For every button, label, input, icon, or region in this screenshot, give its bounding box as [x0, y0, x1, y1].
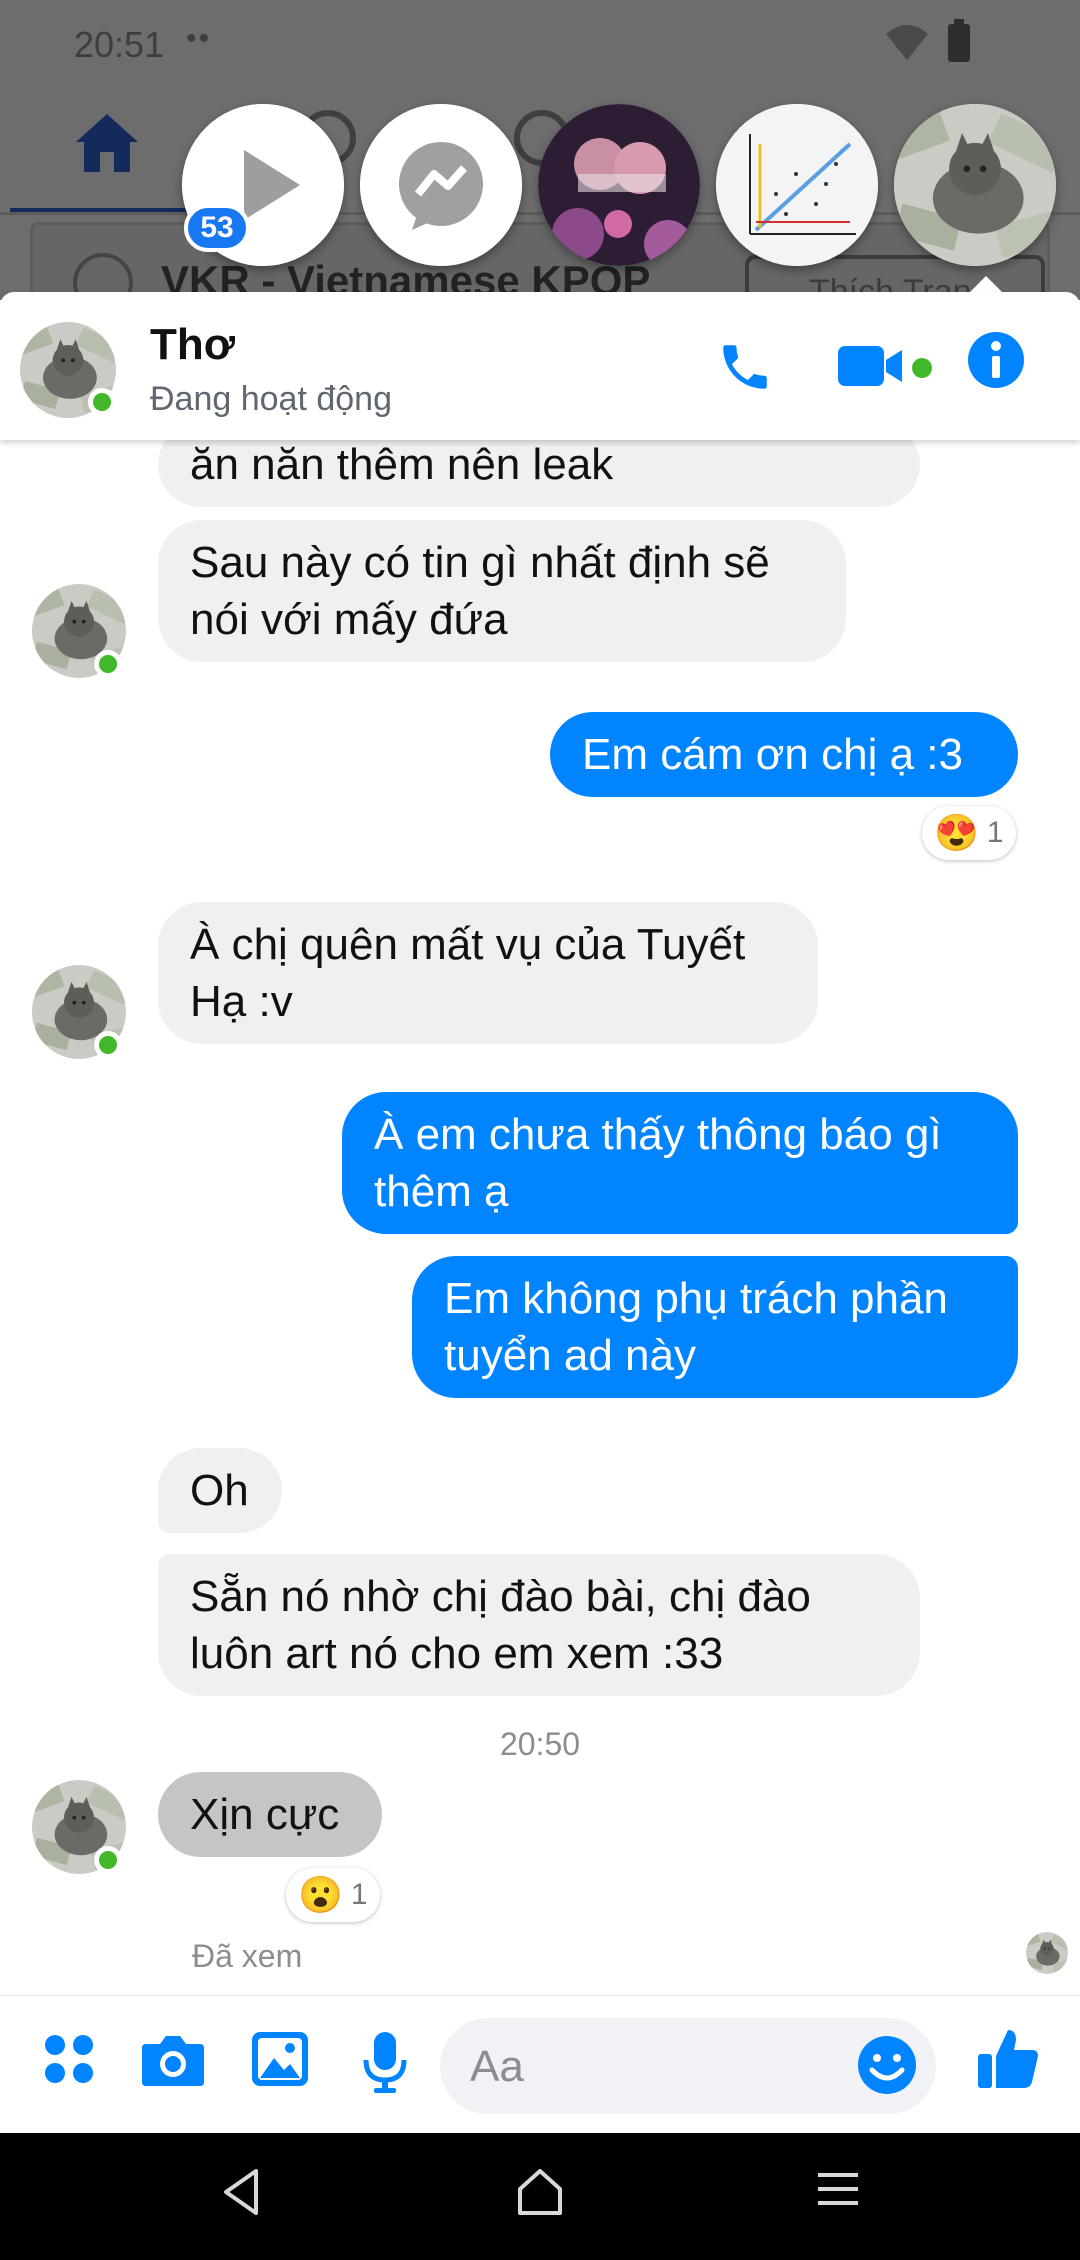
online-indicator [94, 650, 122, 678]
message-bubble-incoming-selected[interactable]: Xịn cực [158, 1772, 382, 1857]
reaction-count: 1 [986, 816, 1004, 849]
artwork-chat-head[interactable] [538, 104, 700, 266]
message-text: luôn art nó cho em xem :33 [190, 1629, 724, 1678]
message-composer: Aa [0, 1995, 1080, 2133]
heart-eyes-emoji-icon: 😍 [934, 812, 979, 853]
messenger-chat-head[interactable] [360, 104, 522, 266]
message-reaction[interactable]: 😍 1 [922, 806, 1016, 860]
unread-badge: 53 [184, 204, 250, 252]
message-bubble-incoming[interactable]: Oh [158, 1448, 282, 1533]
video-online-indicator [912, 358, 932, 378]
status-bar: 20:51 •• [0, 0, 1080, 88]
video-camera-icon[interactable] [838, 342, 908, 395]
contact-avatar-image [894, 104, 1056, 266]
phone-icon[interactable] [716, 338, 774, 401]
message-text: nói với mấy đứa [190, 595, 508, 644]
surprised-emoji-icon: 😮 [298, 1874, 343, 1915]
emoji-icon[interactable] [856, 2034, 918, 2101]
online-indicator [88, 388, 116, 416]
online-indicator [94, 1846, 122, 1874]
message-bubble-outgoing[interactable]: À em chưa thấy thông báo gì thêm ạ [342, 1092, 1018, 1234]
contact-name[interactable]: Thơ [150, 320, 235, 370]
wifi-icon [884, 22, 930, 67]
status-time: 20:51 [74, 24, 165, 65]
notification-indicators: •• [186, 22, 212, 55]
chart-chat-head[interactable] [716, 104, 878, 266]
message-bubble-incoming[interactable]: À chị quên mất vụ của Tuyết Hạ :v [158, 902, 818, 1044]
message-reaction[interactable]: 😮 1 [286, 1868, 380, 1922]
message-text: Sẵn nó nhờ chị đào bài, chị đào [190, 1572, 811, 1621]
reaction-count: 1 [350, 1878, 368, 1911]
chat-header: Thơ Đang hoạt động [0, 292, 1080, 440]
message-text: Em cám ơn chị ạ :3 [582, 730, 963, 779]
seen-by-avatar [1026, 1932, 1068, 1974]
microphone-icon[interactable] [362, 2032, 408, 2099]
anime-artwork-image [538, 104, 700, 266]
home-nav-icon[interactable] [516, 2167, 564, 2222]
menu-icon[interactable] [816, 2167, 860, 2216]
message-text: Hạ :v [190, 977, 293, 1026]
seen-label: Đã xem [192, 1938, 303, 1974]
message-bubble-outgoing[interactable]: Em không phụ trách phần tuyển ad này [412, 1256, 1018, 1398]
message-bubble-incoming[interactable]: Sẵn nó nhờ chị đào bài, chị đào luôn art… [158, 1554, 920, 1696]
message-text: Oh [190, 1466, 249, 1515]
message-bubble-incoming[interactable]: Sau này có tin gì nhất định sẽ nói với m… [158, 520, 846, 662]
thumbs-up-icon[interactable] [976, 2026, 1040, 2095]
message-timestamp: 20:50 [499, 1726, 581, 1762]
message-input-placeholder: Aa [470, 2042, 524, 2091]
gallery-icon[interactable] [252, 2032, 308, 2091]
apps-icon[interactable] [42, 2032, 96, 2091]
system-nav-bar [0, 2133, 1080, 2260]
messenger-icon [360, 104, 522, 266]
message-input[interactable]: Aa [440, 2018, 936, 2114]
battery-icon [948, 19, 970, 62]
message-text: tuyển ad này [444, 1331, 696, 1380]
camera-icon[interactable] [142, 2032, 204, 2091]
message-text: Xịn cực [190, 1790, 340, 1839]
contact-chat-head-active[interactable] [894, 104, 1056, 266]
info-icon[interactable] [966, 330, 1026, 395]
message-list: ăn năn thêm nên leak Sau này có tin gì n… [0, 440, 1080, 1995]
message-text: Em không phụ trách phần [444, 1274, 948, 1323]
message-bubble-incoming[interactable]: ăn năn thêm nên leak [158, 440, 920, 507]
contact-status: Đang hoạt động [150, 380, 392, 418]
message-text: ăn năn thêm nên leak [190, 440, 614, 489]
message-bubble-outgoing[interactable]: Em cám ơn chị ạ :3 [550, 712, 1018, 797]
active-head-pointer [970, 276, 1002, 292]
message-text: thêm ạ [374, 1167, 509, 1216]
message-text: Sau này có tin gì nhất định sẽ [190, 538, 770, 587]
message-text: À em chưa thấy thông báo gì [374, 1110, 942, 1159]
chart-thumbnail-image [716, 104, 878, 266]
back-icon[interactable] [222, 2167, 262, 2222]
chat-heads: 53 [0, 104, 1080, 274]
message-text: À chị quên mất vụ của Tuyết [190, 920, 746, 969]
online-indicator [94, 1031, 122, 1059]
